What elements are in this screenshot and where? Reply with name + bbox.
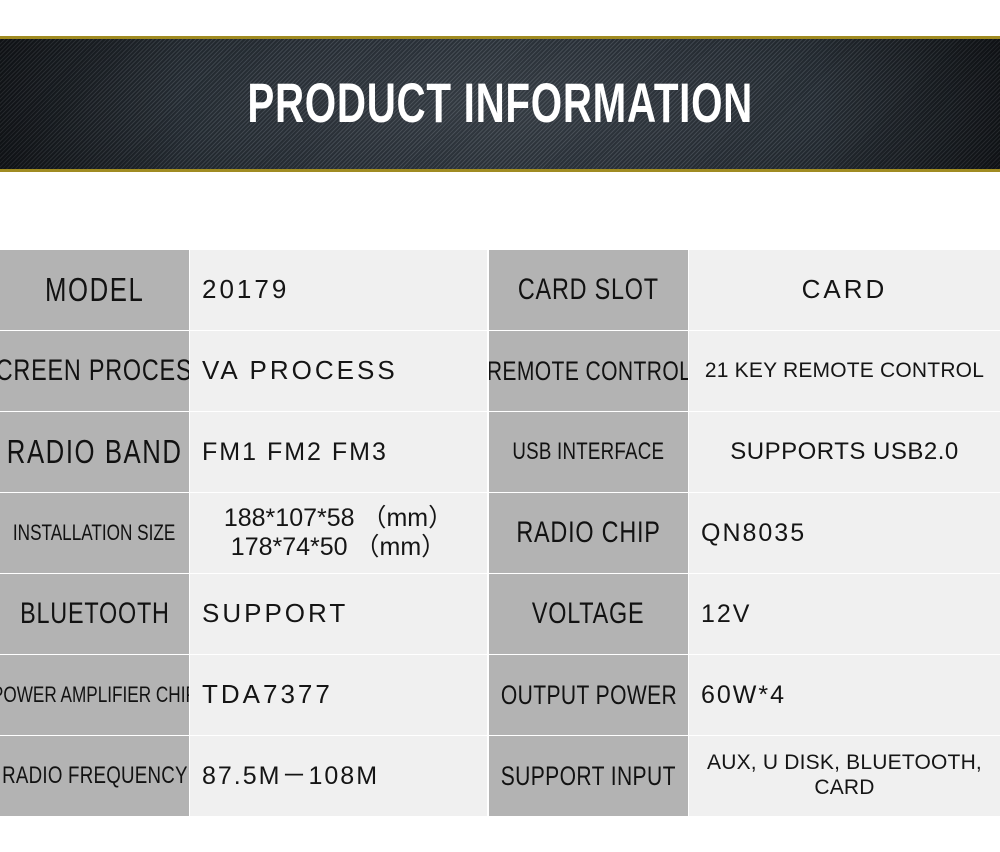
spec-value-remote-control: 21 KEY REMOTE CONTROL <box>689 331 1000 411</box>
spec-label-text: RADIO FREQUENCY <box>1 762 188 790</box>
table-row: BLUETOOTH SUPPORT VOLTAGE 12V <box>0 574 1000 654</box>
spec-label-bluetooth: BLUETOOTH <box>0 574 189 654</box>
spec-value-text-line2: CARD <box>814 776 875 799</box>
spec-label-support-input: SUPPORT INPUT <box>489 736 688 816</box>
spec-value-text: SUPPORTS USB2.0 <box>730 438 959 466</box>
spec-value-text: VA PROCESS <box>202 355 398 386</box>
spec-value-card-slot: CARD <box>689 250 1000 330</box>
spec-value-text: TDA7377 <box>202 679 333 710</box>
product-information-banner: PRODUCT INFORMATION <box>0 36 1000 172</box>
spec-label-text: OUTPUT POWER <box>500 679 677 710</box>
spec-value-text-line1: AUX, U DISK, BLUETOOTH, <box>707 751 982 775</box>
spec-value-text: 87.5M－108M <box>202 761 380 790</box>
spec-value-radio-band: FM1 FM2 FM3 <box>190 412 487 492</box>
spec-value-radio-chip: QN8035 <box>689 493 1000 573</box>
spec-label-text: RADIO CHIP <box>516 516 661 550</box>
spec-label-voltage: VOLTAGE <box>489 574 688 654</box>
spec-value-text: FM1 FM2 FM3 <box>202 437 388 466</box>
spec-value-radio-frequency: 87.5M－108M <box>190 736 487 816</box>
spec-label-text: POWER AMPLIFIER CHIP <box>0 682 189 708</box>
spec-value-bluetooth: SUPPORT <box>190 574 487 654</box>
banner-surface: PRODUCT INFORMATION <box>0 36 1000 172</box>
spec-label-text: USB INTERFACE <box>512 438 665 466</box>
spec-label-text: MODEL <box>44 270 145 308</box>
page-title-text: PRODUCT INFORMATION <box>247 70 753 134</box>
spec-value-output-power: 60W*4 <box>689 655 1000 735</box>
table-row: INSTALLATION SIZE 188*107*58 （mm） 178*74… <box>0 493 1000 573</box>
spec-value-installation-size: 188*107*58 （mm） 178*74*50 （mm） <box>190 493 487 573</box>
table-row: SCREEN PROCESS VA PROCESS REMOTE CONTROL… <box>0 331 1000 411</box>
spec-label-screen-process: SCREEN PROCESS <box>0 331 189 411</box>
spec-label-text: VOLTAGE <box>532 597 645 631</box>
table-row: POWER AMPLIFIER CHIP TDA7377 OUTPUT POWE… <box>0 655 1000 735</box>
spec-value-text: 20179 <box>202 274 290 305</box>
spec-value-text: 21 KEY REMOTE CONTROL <box>704 359 985 383</box>
spec-value-usb-interface: SUPPORTS USB2.0 <box>689 412 1000 492</box>
specification-table: MODEL 20179 CARD SLOT CARD SCREEN PROCES… <box>0 250 1000 816</box>
table-row: RADIO BAND FM1 FM2 FM3 USB INTERFACE SUP… <box>0 412 1000 492</box>
spec-label-radio-band: RADIO BAND <box>0 412 189 492</box>
spec-value-power-amplifier-chip: TDA7377 <box>190 655 487 735</box>
spec-label-text: REMOTE CONTROL <box>489 355 688 386</box>
spec-value-text-line1: 188*107*58 （mm） <box>223 503 454 532</box>
spec-label-text: INSTALLATION SIZE <box>13 520 176 546</box>
spec-label-output-power: OUTPUT POWER <box>489 655 688 735</box>
spec-value-text-line2: 178*74*50 （mm） <box>230 533 447 561</box>
spec-label-text: RADIO BAND <box>6 432 183 470</box>
spec-value-screen-process: VA PROCESS <box>190 331 487 411</box>
spec-label-text: CARD SLOT <box>518 273 659 307</box>
table-row: MODEL 20179 CARD SLOT CARD <box>0 250 1000 330</box>
spec-label-usb-interface: USB INTERFACE <box>489 412 688 492</box>
spec-value-text: SUPPORT <box>202 598 349 629</box>
spec-label-text: SCREEN PROCESS <box>0 354 189 388</box>
spec-label-radio-chip: RADIO CHIP <box>489 493 688 573</box>
spec-value-text: 12V <box>701 599 752 628</box>
spec-label-radio-frequency: RADIO FREQUENCY <box>0 736 189 816</box>
spec-value-voltage: 12V <box>689 574 1000 654</box>
spec-value-support-input: AUX, U DISK, BLUETOOTH, CARD <box>689 736 1000 816</box>
spec-label-remote-control: REMOTE CONTROL <box>489 331 688 411</box>
spec-label-installation-size: INSTALLATION SIZE <box>0 493 189 573</box>
spec-value-text: QN8035 <box>701 518 807 547</box>
spec-value-model: 20179 <box>190 250 487 330</box>
table-row: RADIO FREQUENCY 87.5M－108M SUPPORT INPUT… <box>0 736 1000 816</box>
spec-label-power-amplifier-chip: POWER AMPLIFIER CHIP <box>0 655 189 735</box>
spec-value-text: CARD <box>801 274 888 305</box>
spec-value-text: 60W*4 <box>701 680 787 709</box>
spec-label-text: BLUETOOTH <box>19 597 170 631</box>
spec-label-card-slot: CARD SLOT <box>489 250 688 330</box>
page-title: PRODUCT INFORMATION <box>0 70 1000 134</box>
spec-label-model: MODEL <box>0 250 189 330</box>
spec-label-text: SUPPORT INPUT <box>500 760 677 791</box>
